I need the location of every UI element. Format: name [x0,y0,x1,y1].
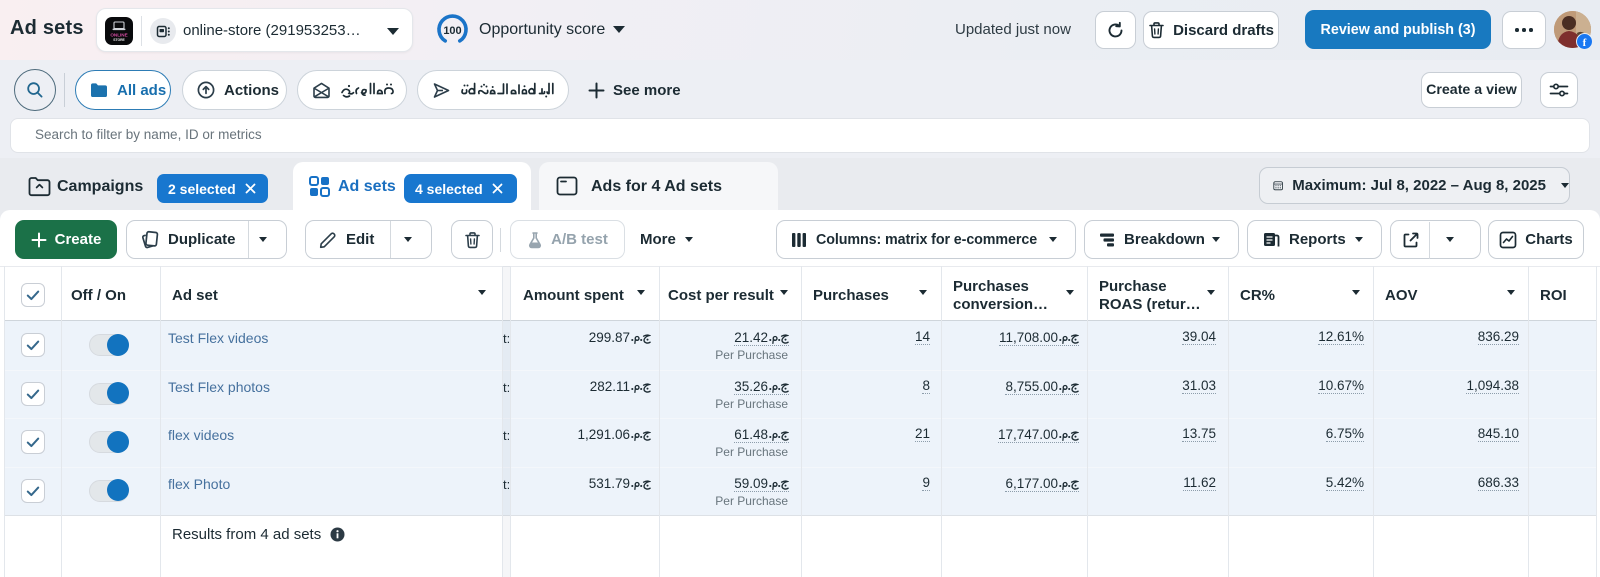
svg-text:100: 100 [443,25,461,37]
svg-text:ONLINE: ONLINE [110,33,127,38]
svg-text:STORE: STORE [113,38,125,42]
